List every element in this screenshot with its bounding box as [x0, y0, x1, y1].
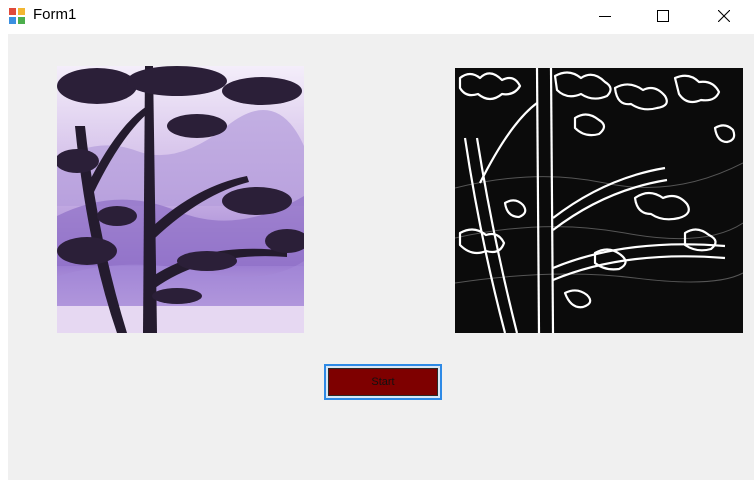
title-bar[interactable]: Form1: [0, 0, 754, 32]
start-button[interactable]: Start: [324, 364, 442, 400]
start-button-label: Start: [371, 376, 395, 388]
close-icon: [718, 10, 730, 22]
tree-painting-image: [57, 66, 304, 333]
window-title: Form1: [33, 6, 77, 23]
minimize-button[interactable]: [582, 0, 628, 32]
app-icon: [9, 8, 25, 24]
original-image: [57, 66, 304, 333]
maximize-button[interactable]: [640, 0, 686, 32]
start-button-face[interactable]: Start: [328, 368, 438, 396]
maximize-icon: [657, 10, 669, 22]
edge-image: [455, 68, 743, 333]
minimize-icon: [599, 16, 611, 17]
tree-edge-detection-image: [455, 68, 743, 333]
close-button[interactable]: [701, 0, 747, 32]
